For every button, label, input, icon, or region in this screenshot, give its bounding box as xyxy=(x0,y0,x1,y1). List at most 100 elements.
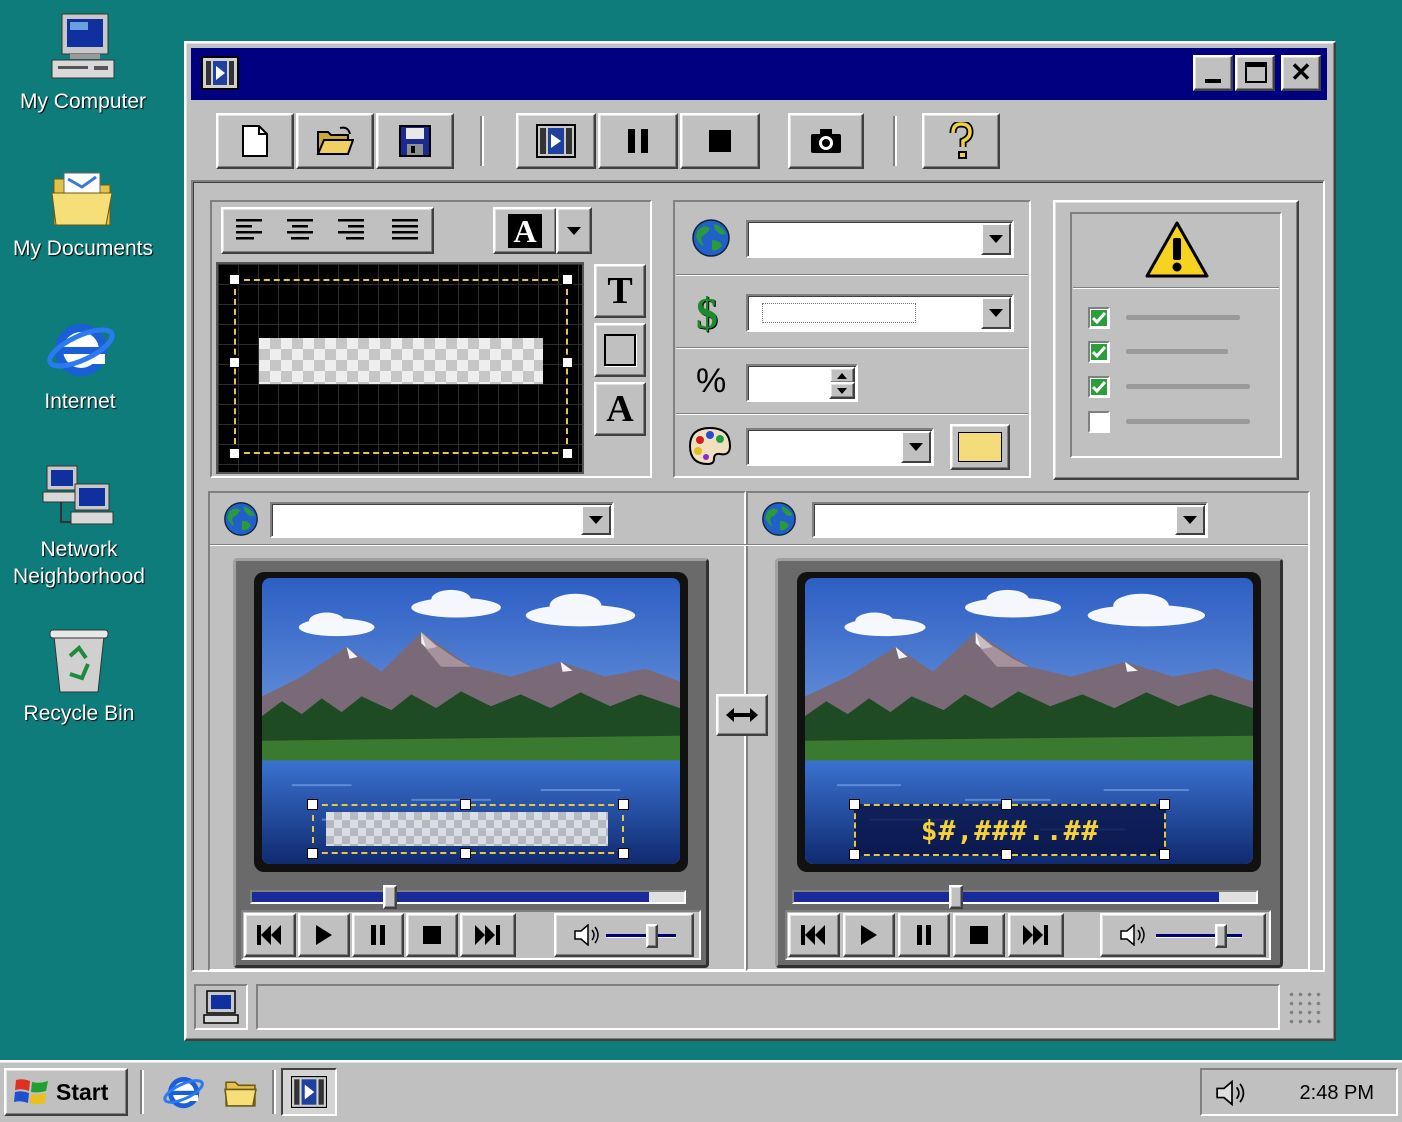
dropdown-button[interactable] xyxy=(981,297,1011,329)
stop-icon xyxy=(970,926,988,944)
resize-handle[interactable] xyxy=(618,799,629,810)
currency-format-combobox[interactable] xyxy=(746,294,1014,332)
resize-handle[interactable] xyxy=(307,799,318,810)
left-volume-thumb[interactable] xyxy=(645,924,658,948)
justify-button[interactable] xyxy=(380,210,430,250)
right-pause-button[interactable] xyxy=(898,913,950,957)
taskbar-separator xyxy=(272,1070,276,1114)
desktop-icon-label: Recycle Bin xyxy=(23,702,135,725)
dropdown-button[interactable] xyxy=(581,505,611,535)
resize-handle[interactable] xyxy=(460,848,471,859)
help-button[interactable] xyxy=(922,113,1000,169)
resize-handle[interactable] xyxy=(562,448,573,459)
resize-handle[interactable] xyxy=(229,274,240,285)
open-button[interactable] xyxy=(296,113,374,169)
pause-icon xyxy=(917,925,931,945)
resize-handle[interactable] xyxy=(229,357,240,368)
right-volume-track[interactable] xyxy=(1156,934,1242,938)
right-volume-thumb[interactable] xyxy=(1214,924,1227,948)
resize-handle[interactable] xyxy=(229,448,240,459)
desktop-icon-label: My Documents xyxy=(12,237,154,260)
resize-handle[interactable] xyxy=(849,799,860,810)
toolbar-separator xyxy=(893,116,897,166)
font-tool-button[interactable]: A xyxy=(594,382,646,436)
font-button[interactable]: A xyxy=(493,207,557,254)
globe-icon xyxy=(762,502,796,536)
quick-launch-folder-button[interactable] xyxy=(218,1068,264,1116)
resize-handle[interactable] xyxy=(562,274,573,285)
minimize-button[interactable] xyxy=(1193,55,1233,91)
left-seek-thumb[interactable] xyxy=(383,885,398,909)
rectangle-tool-button[interactable] xyxy=(594,323,646,377)
play-icon xyxy=(316,925,332,945)
close-button[interactable]: ✕ xyxy=(1281,55,1321,91)
right-progress-track[interactable] xyxy=(792,890,1258,904)
percent-spinner[interactable] xyxy=(746,364,858,402)
checkbox[interactable] xyxy=(1088,341,1110,363)
checkbox[interactable] xyxy=(1088,411,1110,433)
spin-down-button[interactable] xyxy=(829,382,855,399)
align-left-button[interactable] xyxy=(225,210,273,250)
right-skip-back-button[interactable] xyxy=(788,913,840,957)
stop-icon xyxy=(709,130,731,152)
desktop-icon-recycle-bin[interactable]: Recycle Bin xyxy=(4,626,154,727)
color-swatch-button[interactable] xyxy=(950,424,1010,470)
new-button[interactable] xyxy=(216,113,294,169)
stop-button[interactable] xyxy=(680,113,760,169)
volume-icon[interactable] xyxy=(1216,1078,1248,1108)
left-url-combobox[interactable] xyxy=(270,502,614,538)
maximize-button[interactable] xyxy=(1235,55,1275,91)
left-pause-button[interactable] xyxy=(352,913,404,957)
align-center-button[interactable] xyxy=(276,210,324,250)
resize-handle[interactable] xyxy=(1159,799,1170,810)
resize-handle[interactable] xyxy=(618,848,629,859)
right-play-button[interactable] xyxy=(843,913,895,957)
left-progress-track[interactable] xyxy=(250,890,686,904)
left-volume-track[interactable] xyxy=(606,934,676,938)
swap-button[interactable] xyxy=(716,694,768,736)
resize-handle[interactable] xyxy=(460,799,471,810)
video-button[interactable] xyxy=(516,113,596,169)
color-combobox[interactable] xyxy=(746,428,934,466)
resize-handle[interactable] xyxy=(849,849,860,860)
left-skip-forward-button[interactable] xyxy=(460,913,516,957)
desktop-icon-my-documents[interactable]: My Documents xyxy=(8,165,158,262)
resize-handle[interactable] xyxy=(1001,849,1012,860)
left-volume-control[interactable] xyxy=(554,913,694,957)
align-right-button[interactable] xyxy=(327,210,375,250)
dropdown-button[interactable] xyxy=(981,223,1011,255)
left-play-button[interactable] xyxy=(298,913,350,957)
speaker-icon xyxy=(574,924,599,946)
dropdown-button[interactable] xyxy=(1175,505,1205,535)
resize-handle[interactable] xyxy=(1001,799,1012,810)
title-bar[interactable]: ✕ xyxy=(191,48,1327,100)
desktop-icon-internet[interactable]: Internet xyxy=(5,314,155,415)
text-tool-button[interactable]: T xyxy=(594,264,646,318)
resize-handle[interactable] xyxy=(307,848,318,859)
right-volume-control[interactable] xyxy=(1100,913,1266,957)
desktop-icon-my-computer[interactable]: My Computer xyxy=(8,12,158,115)
snapshot-button[interactable] xyxy=(788,113,864,169)
desktop-icon-network-neighborhood[interactable]: Network Neighborhood xyxy=(4,462,154,590)
font-dropdown-button[interactable] xyxy=(556,207,592,254)
checkbox[interactable] xyxy=(1088,307,1110,329)
language-combobox[interactable] xyxy=(746,220,1014,258)
resize-handle[interactable] xyxy=(562,357,573,368)
right-skip-forward-button[interactable] xyxy=(1008,913,1064,957)
taskbar-app-button[interactable] xyxy=(281,1068,337,1116)
left-skip-back-button[interactable] xyxy=(244,913,296,957)
right-url-combobox[interactable] xyxy=(812,502,1208,538)
save-button[interactable] xyxy=(376,113,454,169)
pause-button[interactable] xyxy=(598,113,678,169)
toolbar-separator xyxy=(480,116,484,166)
checkbox[interactable] xyxy=(1088,376,1110,398)
clock[interactable]: 2:48 PM xyxy=(1300,1082,1374,1105)
dropdown-button[interactable] xyxy=(901,431,931,463)
quick-launch-ie-button[interactable] xyxy=(160,1068,206,1116)
right-stop-button[interactable] xyxy=(953,913,1005,957)
left-stop-button[interactable] xyxy=(406,913,458,957)
resize-grip-icon[interactable] xyxy=(1287,990,1321,1024)
resize-handle[interactable] xyxy=(1159,849,1170,860)
start-button[interactable]: Start xyxy=(4,1068,128,1116)
right-seek-thumb[interactable] xyxy=(948,885,963,909)
